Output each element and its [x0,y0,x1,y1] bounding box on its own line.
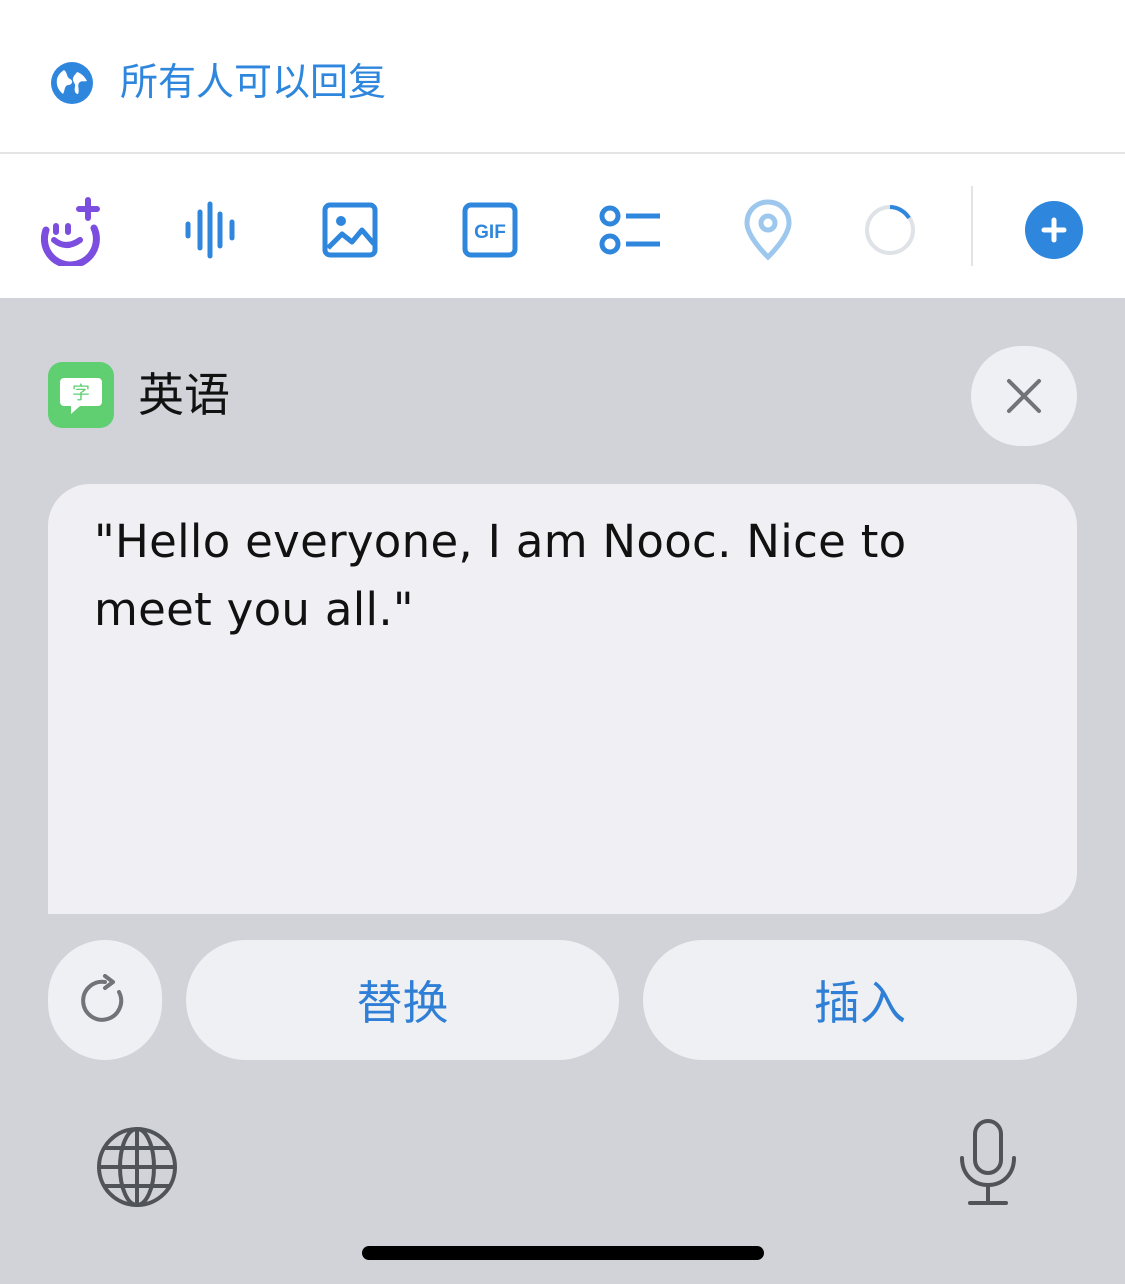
image-icon[interactable] [314,194,386,266]
translate-badge-char: 字 [72,383,90,404]
refresh-icon [81,974,124,1022]
translation-text: "Hello everyone, I am Nooc. Nice to meet… [94,515,907,636]
ai-persona-icon[interactable] [36,194,108,266]
toolbar-divider [971,186,973,266]
close-icon [1007,379,1041,413]
dictation-mic-icon[interactable] [956,1118,1020,1208]
translation-result-box: "Hello everyone, I am Nooc. Nice to meet… [48,484,1077,914]
poll-list-icon[interactable] [594,194,666,266]
translation-panel: 字 英语 "Hello everyone, I am Nooc. Nice to… [0,298,1125,1284]
replace-button[interactable]: 替换 [186,940,619,1060]
add-thread-icon[interactable] [1018,194,1090,266]
char-count-ring-icon [854,194,926,266]
translate-app-icon: 字 [48,362,114,428]
reply-permission-label: 所有人可以回复 [120,60,387,104]
gif-label: GIF [474,222,506,243]
home-indicator[interactable] [362,1246,764,1260]
gif-icon[interactable]: GIF [454,194,526,266]
insert-button[interactable]: 插入 [643,940,1077,1060]
keyboard-globe-icon[interactable] [96,1126,178,1208]
close-button[interactable] [971,346,1077,446]
retranslate-button[interactable] [48,940,162,1060]
reply-permission-row[interactable]: 所有人可以回复 [0,0,1125,154]
target-language-label: 英语 [138,368,230,422]
compose-toolbar: GIF [0,156,1125,298]
voice-wave-icon[interactable] [174,194,246,266]
globe-icon [51,62,93,104]
location-pin-icon[interactable] [732,194,804,266]
